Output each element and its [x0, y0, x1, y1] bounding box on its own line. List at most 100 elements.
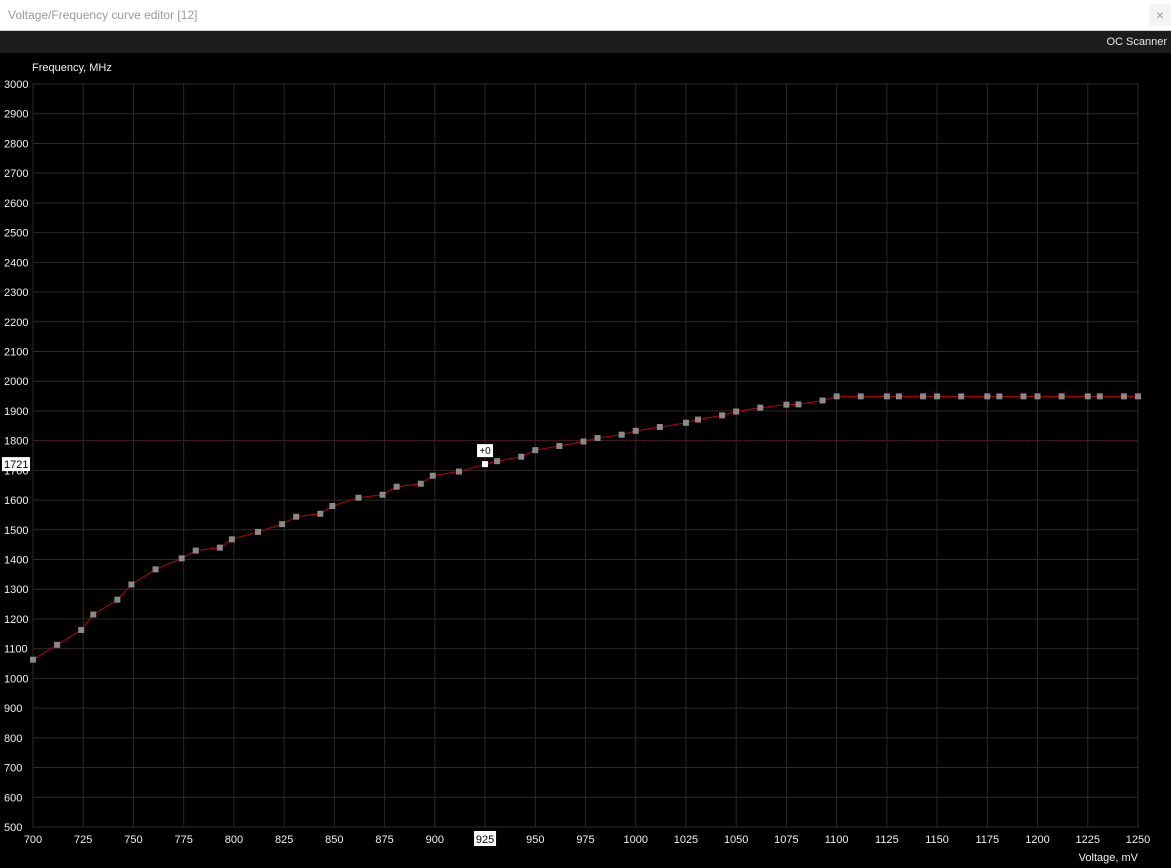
- curve-point[interactable]: [757, 404, 764, 411]
- curve-point[interactable]: [984, 393, 991, 400]
- curve-point[interactable]: [719, 412, 726, 419]
- curve-point[interactable]: [1084, 393, 1091, 400]
- curve-point[interactable]: [934, 393, 941, 400]
- curve-point[interactable]: [580, 438, 587, 445]
- x-tick-label: 1175: [975, 834, 999, 846]
- curve-point[interactable]: [632, 427, 639, 434]
- x-tick-label: 1100: [825, 834, 849, 846]
- x-tick-label: 1050: [724, 834, 748, 846]
- curve-point[interactable]: [114, 596, 121, 603]
- curve-point[interactable]: [958, 393, 965, 400]
- curve-point[interactable]: [192, 547, 199, 554]
- y-tick-label: 1200: [4, 614, 28, 626]
- curve-point[interactable]: [895, 393, 902, 400]
- y-tick-label: 1800: [4, 436, 28, 448]
- x-tick-label: 1000: [623, 834, 647, 846]
- curve-point[interactable]: [819, 397, 826, 404]
- curve-point[interactable]: [783, 401, 790, 408]
- curve-point[interactable]: [594, 434, 601, 441]
- curve-point[interactable]: [1058, 393, 1065, 400]
- curve-point[interactable]: [329, 503, 336, 510]
- curve-point[interactable]: [152, 566, 159, 573]
- x-tick-label: 750: [124, 834, 142, 846]
- curve-point[interactable]: [228, 536, 235, 543]
- curve-point[interactable]: [379, 491, 386, 498]
- y-tick-label: 2000: [4, 376, 28, 388]
- curve-point[interactable]: [795, 401, 802, 408]
- y-tick-label: 2300: [4, 287, 28, 299]
- x-tick-label: 725: [74, 834, 92, 846]
- curve-point[interactable]: [178, 555, 185, 562]
- curve-point[interactable]: [656, 423, 663, 430]
- x-axis-ticks: 700 725 750 775 800 825 850 875 900 950 975 1000 102…: [24, 834, 1150, 846]
- x-axis-label: Voltage, mV: [1079, 852, 1139, 864]
- y-tick-label: 600: [4, 792, 22, 804]
- curve-point[interactable]: [455, 468, 462, 475]
- curve-point[interactable]: [355, 494, 362, 501]
- oc-scanner-button[interactable]: OC Scanner: [1106, 36, 1167, 48]
- x-tick-label: 800: [225, 834, 243, 846]
- y-tick-label: 2800: [4, 138, 28, 150]
- y-tick-label: 2600: [4, 198, 28, 210]
- curve-point[interactable]: [1120, 393, 1127, 400]
- curve-point[interactable]: [833, 393, 840, 400]
- curve-point[interactable]: [618, 431, 625, 438]
- curve-point[interactable]: [518, 453, 525, 460]
- curve-point[interactable]: [255, 528, 262, 535]
- x-tick-label: 950: [526, 834, 544, 846]
- curve-point[interactable]: [393, 483, 400, 490]
- y-tick-label: 500: [4, 822, 22, 834]
- y-tick-label: 800: [4, 733, 22, 745]
- selected-point-group[interactable]: +0 1721 925: [2, 444, 497, 846]
- offset-label: +0: [479, 446, 491, 457]
- curve-point[interactable]: [429, 472, 436, 479]
- selected-point[interactable]: [482, 461, 489, 468]
- curve-point[interactable]: [1096, 393, 1103, 400]
- y-tick-label: 2400: [4, 257, 28, 269]
- y-axis-label: Frequency, MHz: [32, 62, 112, 74]
- x-tick-label: 975: [576, 834, 594, 846]
- curve-point[interactable]: [128, 581, 135, 588]
- y-tick-label: 1900: [4, 406, 28, 418]
- curve-point[interactable]: [857, 393, 864, 400]
- curve-point[interactable]: [54, 641, 61, 648]
- y-tick-label: 700: [4, 763, 22, 775]
- curve-point[interactable]: [1135, 393, 1141, 400]
- x-tick-label: 1250: [1126, 834, 1150, 846]
- curve-point[interactable]: [293, 513, 300, 520]
- curve-point[interactable]: [279, 521, 286, 528]
- y-tick-label: 2100: [4, 346, 28, 358]
- curve-point[interactable]: [90, 611, 97, 618]
- curve-point[interactable]: [532, 447, 539, 454]
- curve-point[interactable]: [883, 393, 890, 400]
- curve-point[interactable]: [30, 656, 36, 663]
- y-tick-label: 2500: [4, 228, 28, 240]
- x-tick-label: 700: [24, 834, 42, 846]
- window-title: Voltage/Frequency curve editor [12]: [8, 8, 198, 22]
- curve-point[interactable]: [920, 393, 927, 400]
- y-axis-ticks: 500 600 700 800 900 1000 1100 1200 1300 1400 1500 1…: [4, 79, 28, 834]
- curve-point[interactable]: [1034, 393, 1041, 400]
- curve-point[interactable]: [417, 480, 424, 487]
- curve-point[interactable]: [216, 544, 223, 551]
- curve-point[interactable]: [996, 393, 1003, 400]
- curve-point[interactable]: [78, 626, 85, 633]
- close-button[interactable]: ×: [1149, 4, 1171, 26]
- x-tick-label: 1125: [875, 834, 899, 846]
- curve-point[interactable]: [1020, 393, 1027, 400]
- y-tick-label: 2700: [4, 168, 28, 180]
- x-tick-label: 1225: [1076, 834, 1100, 846]
- selected-frequency-label: 1721: [4, 459, 28, 471]
- y-tick-label: 1300: [4, 584, 28, 596]
- y-tick-label: 1500: [4, 525, 28, 537]
- curve-point[interactable]: [682, 419, 689, 426]
- y-tick-label: 1100: [4, 644, 28, 656]
- x-tick-label: 875: [375, 834, 393, 846]
- curve-point[interactable]: [494, 458, 501, 465]
- toolbar: OC Scanner: [0, 31, 1171, 53]
- curve-point[interactable]: [733, 408, 740, 415]
- curve-point[interactable]: [695, 416, 702, 423]
- vf-curve-chart[interactable]: 500 600 700 800 900 1000 1100 1200 1300 1400 1500 1…: [0, 53, 1171, 868]
- curve-point[interactable]: [556, 442, 563, 449]
- curve-point[interactable]: [317, 510, 324, 517]
